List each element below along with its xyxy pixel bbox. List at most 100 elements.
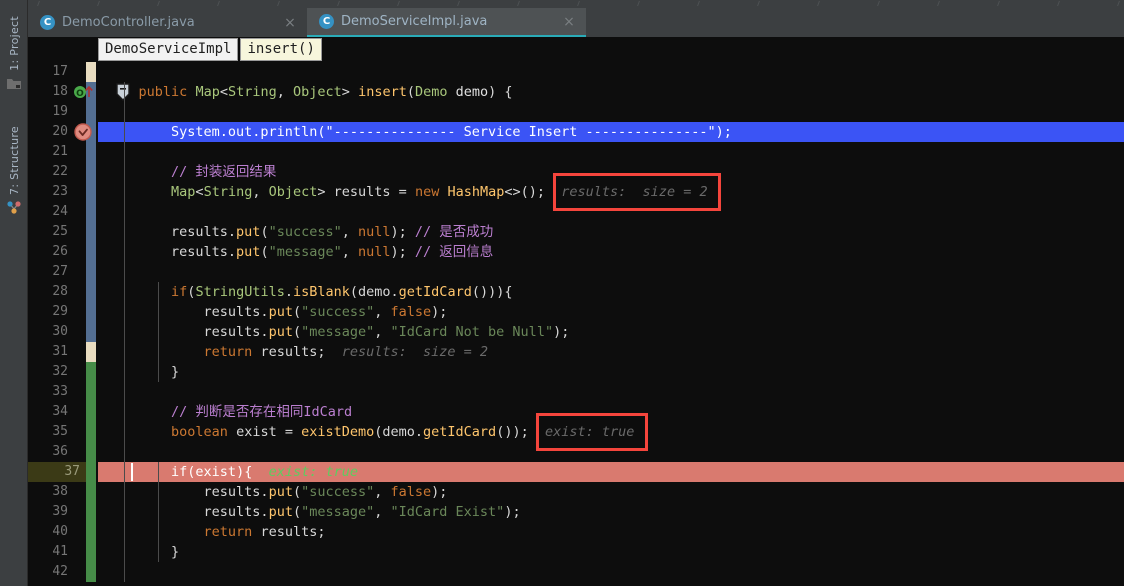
code-token: demo (455, 84, 489, 100)
implements-method-icon[interactable]: O (72, 82, 98, 102)
line-number[interactable]: 28 (28, 282, 74, 302)
line-number[interactable]: 25 (28, 222, 74, 242)
line-number[interactable]: 39 (28, 502, 74, 522)
code-token: } (106, 544, 180, 560)
line-number[interactable]: 18 (28, 82, 74, 102)
line-number[interactable]: 41 (28, 542, 74, 562)
toolbar-tick (577, 1, 580, 6)
line-number[interactable]: 19 (28, 102, 74, 122)
code-line[interactable]: results.put("success", false); (106, 302, 1124, 322)
code-line[interactable]: return results; results: size = 2 (106, 342, 1124, 362)
code-token: , (341, 224, 358, 240)
code-line[interactable]: results.put("success", false); (106, 482, 1124, 502)
inline-debug-value: exist: true (268, 464, 358, 480)
code-token: ( (292, 304, 302, 320)
code-token: results. (106, 244, 237, 260)
code-line[interactable] (106, 382, 1124, 402)
line-number[interactable]: 32 (28, 362, 74, 382)
code-line[interactable]: return results; (106, 522, 1124, 542)
code-token: put (268, 324, 293, 340)
toolbar-tick (277, 1, 280, 6)
close-icon[interactable]: × (283, 16, 297, 30)
code-token: StringUtils (195, 284, 285, 300)
toolbar-tick (1117, 1, 1120, 6)
sidebar-item-project[interactable]: 1: Project (0, 16, 28, 95)
code-line[interactable]: // 判断是否存在相同IdCard (106, 402, 1124, 422)
breadcrumb-class[interactable]: DemoServiceImpl (98, 37, 239, 62)
sidebar-item-structure[interactable]: 7: Structure (0, 126, 28, 220)
code-line[interactable]: results.put("message", "IdCard Exist"); (106, 502, 1124, 522)
line-number[interactable]: 34 (28, 402, 74, 422)
code-line[interactable] (106, 142, 1124, 162)
code-line[interactable] (106, 562, 1124, 582)
line-number[interactable]: 22 (28, 162, 74, 182)
code-token: results. (106, 224, 237, 240)
breakpoint-verified-icon[interactable] (72, 122, 98, 142)
code-line[interactable] (106, 62, 1124, 82)
close-icon[interactable]: × (562, 15, 576, 29)
toolbar-tick (97, 1, 100, 6)
code-token: Object (293, 84, 342, 100)
line-number[interactable]: 30 (28, 322, 74, 342)
code-line[interactable] (106, 262, 1124, 282)
code-token: ); (504, 504, 521, 520)
code-line[interactable] (106, 202, 1124, 222)
line-number[interactable]: 35 (28, 422, 74, 442)
line-number[interactable]: 21 (28, 142, 74, 162)
code-token: (exist){ (187, 464, 253, 480)
line-number[interactable]: 38 (28, 482, 74, 502)
line-number[interactable]: 26 (28, 242, 74, 262)
line-number[interactable]: 36 (28, 442, 74, 462)
vcs-change-marker[interactable] (86, 362, 96, 582)
line-number[interactable]: 40 (28, 522, 74, 542)
code-token: results. (106, 484, 269, 500)
code-line[interactable]: System.out.println("--------------- Serv… (106, 122, 1124, 142)
code-token: // 返回信息 (414, 244, 494, 260)
breadcrumb-method[interactable]: insert() (240, 37, 322, 62)
line-number[interactable]: 33 (28, 382, 74, 402)
code-line[interactable]: // 封装返回结果 (106, 162, 1124, 182)
code-line[interactable]: results.put("message", "IdCard Not be Nu… (106, 322, 1124, 342)
line-number[interactable]: 29 (28, 302, 74, 322)
code-line[interactable] (106, 442, 1124, 462)
line-number[interactable]: 27 (28, 262, 74, 282)
vcs-change-marker[interactable] (86, 82, 96, 342)
code-token: getIdCard (398, 284, 472, 300)
code-token: // 封装返回结果 (171, 164, 277, 180)
line-number[interactable]: 20 (28, 122, 74, 142)
toolbar-tick (37, 1, 40, 6)
toolbar-tick (937, 1, 940, 6)
code-area[interactable]: public Map<String, Object> insert(Demo d… (98, 62, 1124, 586)
code-line[interactable]: } (106, 542, 1124, 562)
code-line[interactable]: public Map<String, Object> insert(Demo d… (106, 82, 1124, 102)
code-line[interactable]: results.put("success", null); // 是否成功 (106, 222, 1124, 242)
line-number[interactable]: 42 (28, 562, 74, 582)
editor-gutter[interactable]: 17 18 19 20 21 22 23 24 25 26 27 28 29 30 31 32 33 34 35 36… (28, 62, 98, 586)
code-editor[interactable]: 17 18 19 20 21 22 23 24 25 26 27 28 29 30 31 32 33 34 35 36… (28, 62, 1124, 586)
line-number[interactable]: 24 (28, 202, 74, 222)
code-line[interactable]: if(exist){ exist: true (106, 462, 1124, 482)
code-line[interactable]: if(StringUtils.isBlank(demo.getIdCard())… (106, 282, 1124, 302)
tab-demoserviceimpl[interactable]: C DemoServiceImpl.java × (307, 8, 586, 37)
line-number[interactable]: 37 (28, 462, 86, 482)
line-number[interactable]: 31 (28, 342, 74, 362)
code-line[interactable]: } (106, 362, 1124, 382)
code-line[interactable]: results.put("message", null); // 返回信息 (106, 242, 1124, 262)
code-line[interactable] (106, 102, 1124, 122)
code-line[interactable]: boolean exist = existDemo(demo.getIdCard… (106, 422, 1124, 442)
vcs-change-marker[interactable] (86, 62, 96, 82)
inline-debug-value: exist: true (544, 424, 635, 440)
code-token: existDemo (301, 424, 375, 440)
line-number[interactable]: 17 (28, 62, 74, 82)
project-folder-icon (6, 76, 22, 95)
code-token: // 判断是否存在相同IdCard (171, 404, 353, 420)
tab-democontroller[interactable]: C DemoController.java × (28, 8, 307, 37)
line-number[interactable]: 23 (28, 182, 74, 202)
code-line[interactable]: Map<String, Object> results = new HashMa… (106, 182, 1124, 202)
code-token: return (203, 344, 253, 360)
java-class-icon: C (40, 15, 55, 30)
vcs-change-marker[interactable] (86, 342, 96, 362)
